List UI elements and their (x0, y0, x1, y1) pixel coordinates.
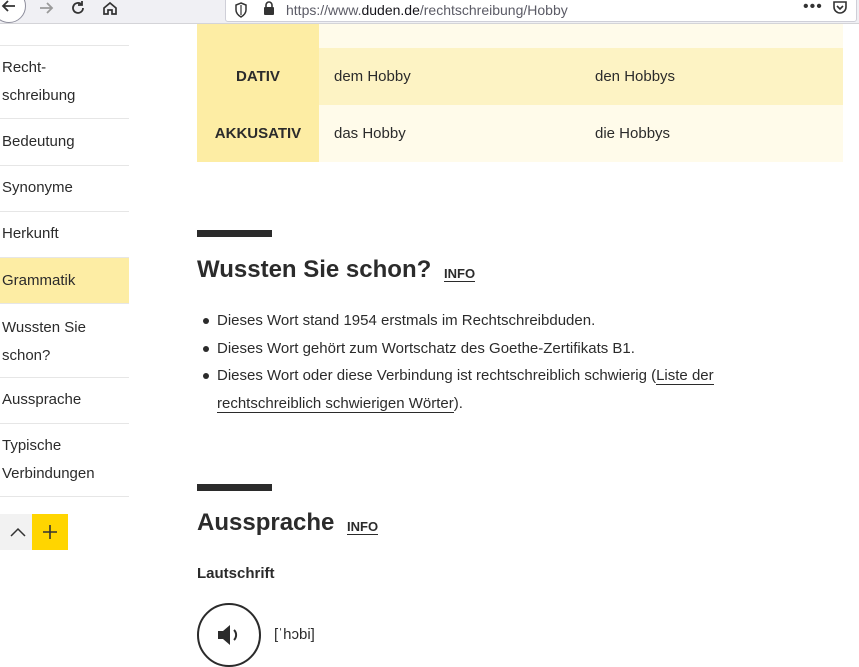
section-title-wussten: Wussten Sie schon? (197, 256, 432, 283)
sidebar-item-typische-verbindungen[interactable]: Typische Verbindungen (0, 432, 129, 497)
info-link-wussten[interactable]: INFO (444, 266, 476, 282)
list-item-text: ). (453, 394, 463, 412)
shield-icon[interactable] (234, 2, 248, 18)
sidebar-item-rechtschreibung[interactable]: Recht- schreibung (0, 54, 129, 119)
expand-nav-button[interactable] (32, 514, 68, 550)
plural-cell: die Hobbys (595, 125, 671, 142)
chevron-up-icon (10, 527, 26, 537)
url-path: /rechtschreibung/Hobby (419, 2, 568, 18)
url-domain: duden.de (361, 2, 420, 18)
sidebar-item-synonyme[interactable]: Synonyme (0, 170, 129, 212)
list-item-text: Dieses Wort oder diese Verbindung ist re… (217, 367, 657, 384)
table-row (197, 24, 843, 48)
forward-button[interactable] (32, 0, 60, 22)
url-bar[interactable]: https://www.duden.de/rechtschreibung/Hob… (225, 0, 857, 22)
reload-icon (72, 1, 84, 14)
browser-toolbar: https://www.duden.de/rechtschreibung/Hob… (0, 0, 859, 24)
home-button[interactable] (96, 0, 124, 22)
list-item: Dieses Wort gehört zum Wortschatz des Go… (203, 335, 783, 363)
singular-cell: dem Hobby (334, 68, 411, 85)
pocket-icon[interactable] (832, 0, 848, 16)
lautschrift-label: Lautschrift (197, 565, 275, 582)
section-divider (197, 484, 272, 491)
case-label: DATIV (197, 48, 319, 105)
table-row-header (197, 24, 319, 48)
sidebar-divider (0, 45, 129, 46)
fact-list: Dieses Wort stand 1954 erstmals im Recht… (203, 307, 783, 417)
url-text[interactable]: https://www.duden.de/rechtschreibung/Hob… (286, 2, 568, 18)
list-item: Dieses Wort stand 1954 erstmals im Recht… (203, 307, 783, 335)
section-divider (197, 230, 272, 237)
url-prefix: https://www. (286, 2, 362, 18)
home-icon (103, 1, 117, 15)
singular-cell: das Hobby (334, 125, 406, 142)
lock-icon[interactable] (262, 0, 276, 16)
page-actions-menu[interactable]: ••• (803, 0, 823, 16)
reload-button[interactable] (64, 0, 92, 22)
sidebar-item-wussten-sie-schon[interactable]: Wussten Sie schon? (0, 314, 129, 378)
plural-cell: den Hobbys (595, 68, 676, 85)
info-link-aussprache[interactable]: INFO (347, 519, 379, 535)
sidebar-item-aussprache[interactable]: Aussprache (0, 384, 129, 424)
arrow-right-icon (40, 2, 54, 14)
ipa-transcription: [ˈhɔbi] (274, 626, 315, 643)
list-item: Dieses Wort oder diese Verbindung ist re… (203, 362, 783, 417)
scroll-up-button[interactable] (0, 514, 36, 550)
case-label: AKKUSATIV (197, 105, 319, 162)
sidebar-item-grammatik[interactable]: Grammatik (0, 258, 129, 304)
table-row: AKKUSATIV das Hobby die Hobbys (197, 105, 843, 162)
table-row: DATIV dem Hobby den Hobbys (197, 48, 843, 105)
sidebar-item-herkunft[interactable]: Herkunft (0, 216, 129, 258)
section-title-aussprache: Aussprache (197, 509, 335, 536)
arrow-left-icon (1, 0, 15, 12)
back-button[interactable] (0, 0, 26, 23)
sidebar-item-bedeutung[interactable]: Bedeutung (0, 124, 129, 166)
plus-icon (43, 525, 57, 539)
play-pronunciation-button[interactable] (197, 603, 261, 667)
speaker-icon (218, 625, 238, 645)
